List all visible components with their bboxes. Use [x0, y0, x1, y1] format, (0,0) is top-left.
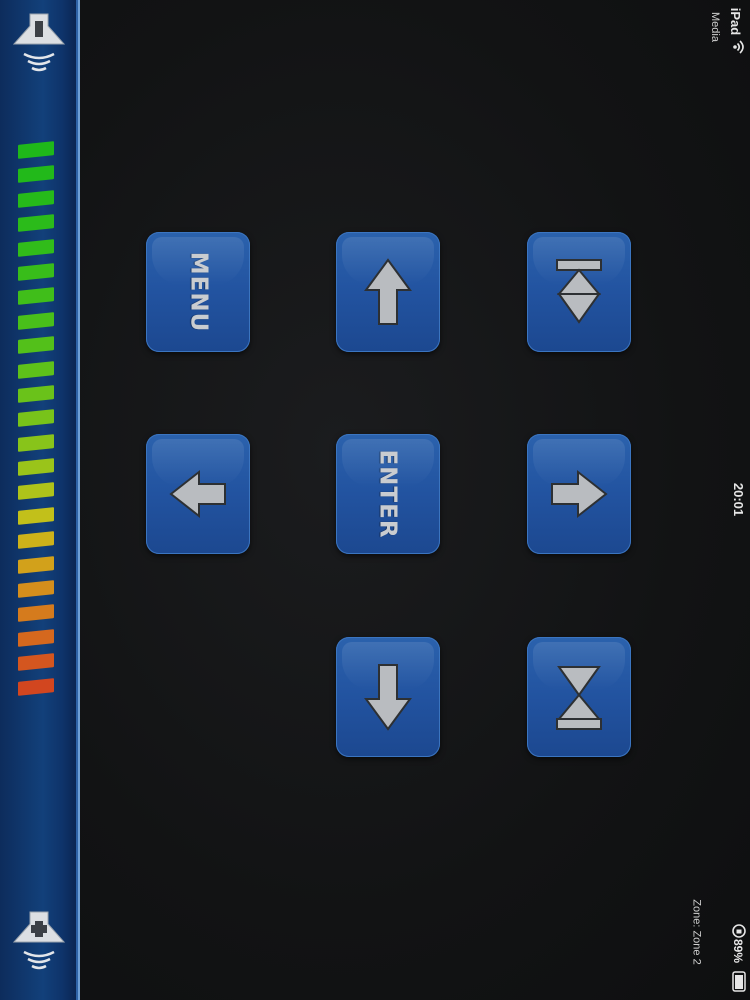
arrow-up-icon	[364, 258, 412, 325]
volume-level-bar	[18, 360, 54, 379]
volume-level-bar	[18, 336, 54, 355]
volume-level-bar	[18, 385, 54, 403]
volume-level-bar	[18, 531, 54, 550]
arrow-left-icon	[169, 469, 226, 519]
wifi-icon	[733, 40, 744, 54]
volume-level-bar	[18, 506, 54, 525]
volume-up-button[interactable]	[8, 908, 70, 974]
volume-level-bar	[18, 238, 54, 257]
volume-level-bar	[18, 409, 54, 428]
volume-level-bar	[18, 165, 54, 184]
up-button[interactable]	[336, 232, 440, 352]
volume-level-bar	[18, 482, 54, 501]
volume-level-bar	[18, 653, 54, 672]
left-button[interactable]	[146, 434, 250, 554]
speaker-minus-icon	[12, 13, 66, 72]
enter-button[interactable]: ENTER	[336, 434, 440, 554]
volume-down-button[interactable]	[8, 10, 70, 76]
volume-level-bar	[18, 214, 54, 233]
volume-level-bar	[18, 580, 54, 598]
volume-level-bar	[18, 263, 54, 281]
device-name: iPad	[728, 7, 744, 36]
volume-level-bar	[18, 141, 54, 159]
volume-level-bar	[18, 628, 54, 647]
volume-level-bar	[18, 189, 54, 208]
volume-level-bar	[18, 287, 54, 306]
menu-label: MENU	[185, 251, 211, 333]
volume-level-bar	[18, 311, 54, 330]
down-button[interactable]	[336, 637, 440, 757]
volume-level-meter	[18, 141, 56, 704]
volume-level-bar	[18, 677, 54, 696]
volume-strip	[0, 0, 80, 1000]
next-button[interactable]	[527, 637, 631, 757]
battery-icon	[732, 971, 746, 992]
speaker-plus-icon	[12, 911, 66, 970]
skip-previous-icon	[556, 259, 602, 324]
previous-button[interactable]	[527, 232, 631, 352]
volume-level-bar	[18, 433, 54, 452]
menu-button[interactable]: MENU	[146, 232, 250, 352]
rotation-lock-icon	[732, 924, 746, 938]
zone-label: Zone: Zone 2	[690, 899, 703, 965]
volume-level-bar	[18, 604, 54, 623]
carrier-label: Media	[708, 12, 721, 42]
arrow-down-icon	[364, 664, 412, 731]
right-button[interactable]	[527, 434, 631, 554]
remote-screen: iPad Media 20:01 Zone: Zone 2 89% MENU E…	[0, 0, 750, 1000]
battery-percent: 89%	[731, 938, 746, 964]
clock-time: 20:01	[731, 482, 747, 517]
arrow-right-icon	[551, 469, 608, 519]
volume-level-bar	[18, 555, 54, 574]
volume-level-bar	[18, 458, 54, 476]
skip-next-icon	[556, 666, 602, 730]
enter-label: ENTER	[374, 449, 401, 539]
